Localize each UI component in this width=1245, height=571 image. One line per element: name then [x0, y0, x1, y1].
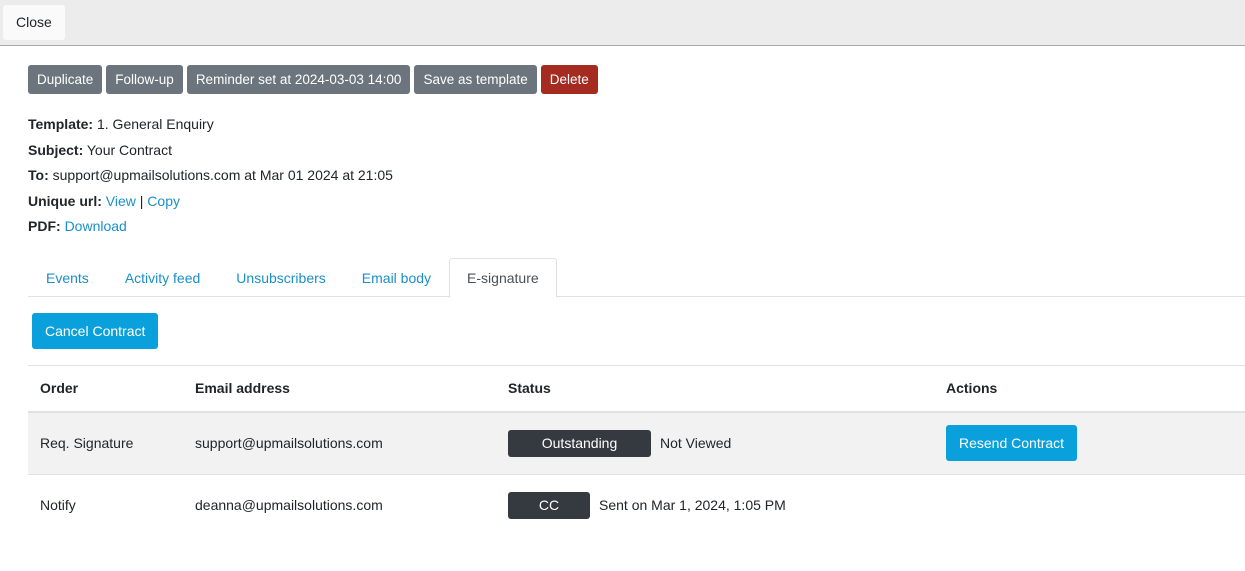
template-label: Template:	[28, 116, 94, 132]
pdf-row: PDF: Download	[28, 214, 393, 240]
template-value: 1. General Enquiry	[96, 116, 214, 132]
status-badge: CC	[508, 491, 590, 519]
subject-row: Subject: Your Contract	[28, 138, 393, 164]
status-text: Sent on Mar 1, 2024, 1:05 PM	[599, 497, 786, 513]
subject-label: Subject:	[28, 141, 84, 158]
unique-url-label: Unique url:	[28, 192, 102, 209]
actions-cell	[934, 474, 1245, 536]
tab-unsubscribers[interactable]: Unsubscribers	[218, 258, 343, 297]
signers-table: Order Email address Status Actions Req. …	[28, 365, 1245, 536]
top-bar: Close	[0, 0, 1245, 46]
resend-contract-button[interactable]: Resend Contract	[946, 424, 1078, 461]
detail-tabs: Events Activity feed Unsubscribers Email…	[28, 258, 1245, 298]
order-cell: Req. Signature	[28, 411, 183, 475]
status-badge: Outstanding	[508, 429, 651, 457]
copy-link[interactable]: Copy	[147, 193, 180, 209]
template-row: Template: 1. General Enquiry	[28, 112, 393, 138]
status-text: Not Viewed	[660, 435, 732, 451]
save-as-template-button[interactable]: Save as template	[414, 65, 537, 94]
message-details: Template: 1. General Enquiry Subject: Yo…	[28, 112, 393, 240]
subject-value: Your Contract	[86, 141, 172, 158]
follow-up-button[interactable]: Follow-up	[106, 65, 183, 94]
close-button[interactable]: Close	[3, 5, 65, 40]
email-cell: support@upmailsolutions.com	[183, 411, 496, 475]
email-cell: deanna@upmailsolutions.com	[195, 497, 383, 513]
tab-events[interactable]: Events	[28, 258, 107, 297]
tab-activity-feed[interactable]: Activity feed	[107, 258, 218, 297]
tab-e-signature[interactable]: E-signature	[449, 258, 557, 298]
to-value: support@upmailsolutions.com at Mar 01 20…	[52, 167, 393, 183]
tab-email-body[interactable]: Email body	[344, 258, 449, 297]
link-separator: |	[139, 192, 144, 209]
delete-button[interactable]: Delete	[540, 65, 598, 94]
order-cell: Notify	[40, 497, 76, 513]
column-header-order: Order	[28, 365, 183, 413]
view-link[interactable]: View	[106, 193, 136, 209]
column-header-status: Status	[496, 365, 934, 413]
to-row: To: support@upmailsolutions.com at Mar 0…	[28, 163, 393, 189]
actions-cell: Resend Contract	[934, 411, 1245, 475]
message-toolbar: Duplicate Follow-up Reminder set at 2024…	[28, 65, 598, 94]
download-link[interactable]: Download	[65, 218, 127, 234]
unique-url-row: Unique url: View | Copy	[28, 189, 393, 215]
table-header-row: Order Email address Status Actions	[28, 365, 1245, 413]
cancel-contract-button[interactable]: Cancel Contract	[32, 313, 159, 349]
column-header-email: Email address	[183, 365, 496, 413]
table-row: Req. Signature support@upmailsolutions.c…	[28, 411, 1245, 475]
duplicate-button[interactable]: Duplicate	[28, 65, 103, 94]
status-cell: CC Sent on Mar 1, 2024, 1:05 PM	[496, 474, 934, 536]
pdf-label: PDF:	[28, 218, 61, 234]
table-row: Notify deanna@upmailsolutions.com CC Sent…	[28, 474, 1245, 536]
reminder-button[interactable]: Reminder set at 2024-03-03 14:00	[186, 65, 411, 94]
to-label: To:	[28, 167, 49, 183]
status-cell: Outstanding Not Viewed	[496, 411, 934, 475]
column-header-actions: Actions	[934, 365, 1245, 413]
